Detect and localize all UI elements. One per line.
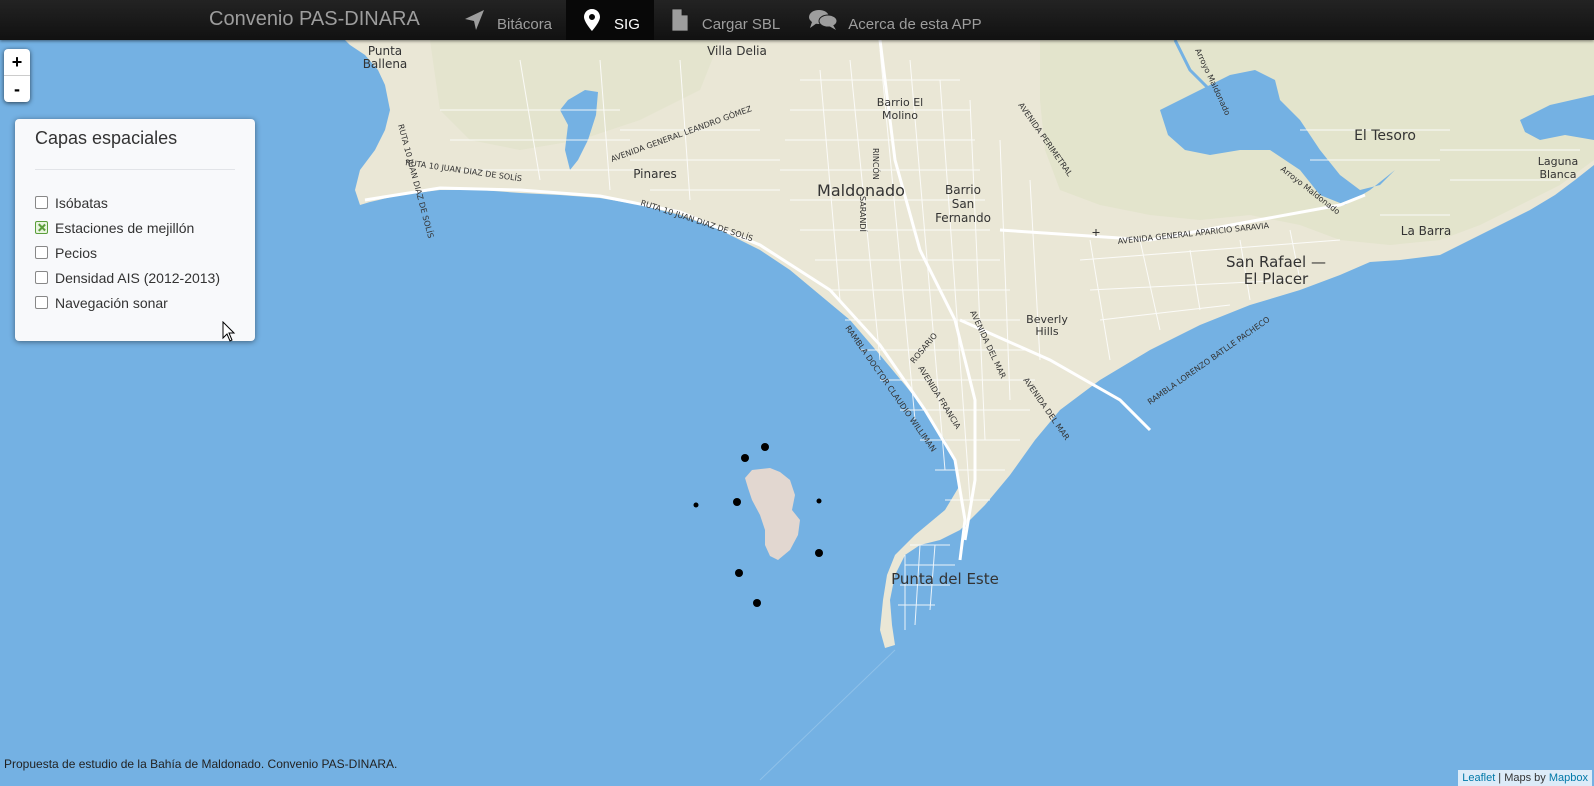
road-label: RINCÓN [871,148,882,180]
layer-label: Densidad AIS (2012-2013) [55,269,220,286]
zoom-in-button[interactable]: + [4,49,30,76]
layer-label: Estaciones de mejillón [55,219,195,236]
layer-row-densidad-ais[interactable]: Densidad AIS (2012-2013) [35,265,235,290]
nav-item-label: Acerca de esta APP [848,15,982,33]
layers-panel-title: Capas espaciales [35,128,178,148]
layer-row-isobatas[interactable]: Isóbatas [35,190,235,215]
map-label: Molino [882,109,918,122]
station-marker [735,569,743,577]
top-navbar: Convenio PAS-DINARA Bitácora SIG Cargar … [0,0,1594,40]
station-marker [741,454,749,462]
layer-row-navegacion-sonar[interactable]: Navegación sonar [35,290,235,315]
mapbox-link[interactable]: Mapbox [1549,772,1588,784]
map-label: San Rafael — [1226,253,1326,271]
map-label: Laguna [1538,155,1579,168]
nav-item-bitacora[interactable]: Bitácora [449,0,566,40]
layer-checkbox[interactable] [35,221,48,234]
station-marker [815,549,823,557]
map-label: Villa Delia [707,44,767,58]
map-label: La Barra [1401,224,1451,238]
map-label: Punta [368,44,402,58]
map-attribution: Leaflet | Maps by Mapbox [1458,770,1592,786]
layer-checkbox[interactable] [35,296,48,309]
file-icon [668,8,692,32]
layer-label: Navegación sonar [55,294,168,311]
layer-checkbox[interactable] [35,271,48,284]
map-label: Fernando [935,211,991,225]
map-label: Hills [1035,325,1058,338]
map-label: San [952,197,975,211]
layer-checkbox[interactable] [35,246,48,259]
layer-checkbox[interactable] [35,196,48,209]
layer-row-estaciones-mejillon[interactable]: Estaciones de mejillón [35,215,235,240]
map-label: Blanca [1539,168,1576,181]
layer-label: Isóbatas [55,194,108,211]
attribution-separator: | Maps by [1495,772,1549,784]
comments-icon [808,8,838,32]
nav-item-acerca[interactable]: Acerca de esta APP [794,0,995,40]
nav-item-cargar-sbl[interactable]: Cargar SBL [654,0,794,40]
map-marker-icon [580,8,604,32]
station-marker [816,498,822,504]
map-label: Ballena [363,57,408,71]
nav-item-label: SIG [614,15,640,33]
road-label: SARANDÍ [858,196,869,233]
station-marker [753,599,761,607]
brand-title[interactable]: Convenio PAS-DINARA [209,8,420,31]
map-label: Barrio [945,183,981,197]
layer-label: Pecios [55,244,98,261]
station-marker [733,498,741,506]
leaflet-link[interactable]: Leaflet [1462,772,1495,784]
nav-item-sig[interactable]: SIG [566,0,654,40]
map-label: Pinares [633,167,677,181]
zoom-out-button[interactable]: - [4,76,30,102]
location-arrow-icon [463,8,487,32]
station-marker [693,502,699,508]
footer-caption: Propuesta de estudio de la Bahía de Mald… [4,757,398,771]
nav-item-label: Bitácora [497,15,553,33]
layer-row-pecios[interactable]: Pecios [35,240,235,265]
divider [35,169,235,170]
nav-item-label: Cargar SBL [701,15,781,33]
zoom-control: + - [4,49,30,102]
mouse-cursor-icon [222,321,236,342]
station-marker [761,443,769,451]
map-label: Barrio El [877,96,923,109]
map-label: El Placer [1244,270,1309,288]
map-label-punta-del-este: Punta del Este [891,570,999,588]
map-label: El Tesoro [1354,128,1416,144]
nav-menu: Bitácora SIG Cargar SBL Acerca de esta A… [449,0,996,40]
layers-panel: Capas espaciales Isóbatas Estaciones de … [15,119,255,341]
